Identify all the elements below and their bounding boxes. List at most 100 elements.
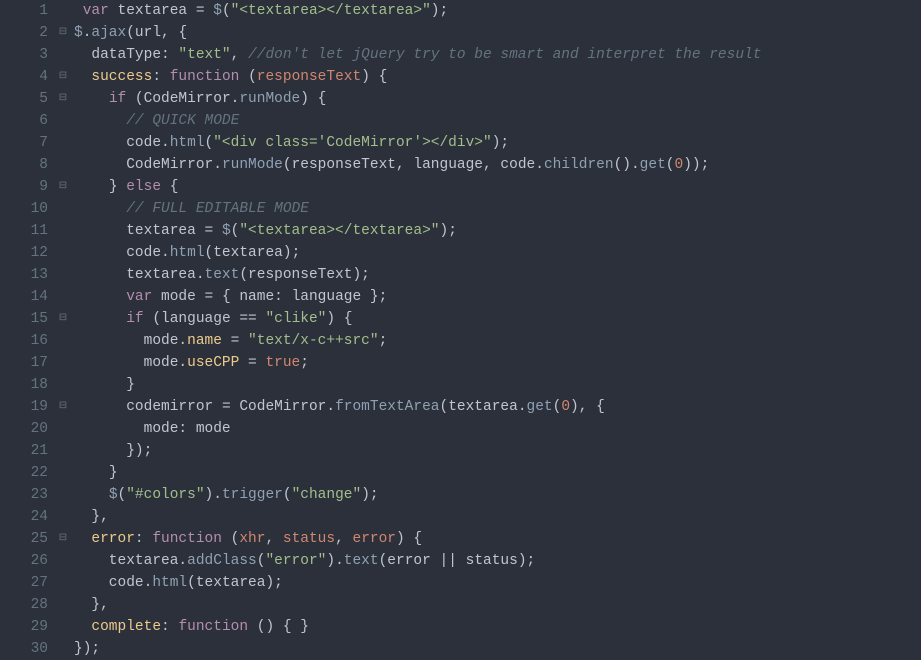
code-line[interactable]: code.html(textarea); <box>74 242 921 264</box>
token-punc: ) <box>135 443 144 459</box>
token-punc: } <box>300 619 309 635</box>
fold-spacer <box>56 154 70 176</box>
token-punc: . <box>535 157 544 173</box>
fold-toggle-icon[interactable]: ⊟ <box>56 396 70 418</box>
token-prop: success <box>91 69 152 85</box>
code-line[interactable]: } else { <box>74 176 921 198</box>
code-line[interactable]: complete: function () { } <box>74 616 921 638</box>
token-punc: } <box>370 289 379 305</box>
line-number-gutter: 1234567891011121314151617181920212223242… <box>0 0 56 656</box>
token-punc: ) <box>300 91 309 107</box>
token-punc: ) <box>265 575 274 591</box>
fold-gutter[interactable]: ⊟⊟⊟⊟⊟⊟⊟ <box>56 0 70 656</box>
code-line[interactable]: mode.name = "text/x-c++src"; <box>74 330 921 352</box>
fold-spacer <box>56 264 70 286</box>
token-punc: { <box>344 311 353 327</box>
line-number: 17 <box>0 352 48 374</box>
code-line[interactable]: var textarea = $("<textarea></textarea>"… <box>74 0 921 22</box>
code-line[interactable]: mode: mode <box>74 418 921 440</box>
token-var: mode <box>74 355 178 371</box>
token-param: status <box>283 531 335 547</box>
line-number: 16 <box>0 330 48 352</box>
code-line[interactable]: textarea.addClass("error").text(error ||… <box>74 550 921 572</box>
token-punc: } <box>126 377 135 393</box>
token-param: error <box>353 531 397 547</box>
code-line[interactable]: mode.useCPP = true; <box>74 352 921 374</box>
token-punc: ) <box>622 157 631 173</box>
code-line[interactable]: error: function (xhr, status, error) { <box>74 528 921 550</box>
token-punc: { <box>379 69 388 85</box>
line-number: 13 <box>0 264 48 286</box>
code-line[interactable]: }); <box>74 440 921 462</box>
code-line[interactable]: }, <box>74 506 921 528</box>
code-line[interactable]: }, <box>74 594 921 616</box>
fold-toggle-icon[interactable]: ⊟ <box>56 308 70 330</box>
code-line[interactable]: // QUICK MODE <box>74 110 921 132</box>
fold-spacer <box>56 286 70 308</box>
code-line[interactable]: $.ajax(url, { <box>74 22 921 44</box>
line-number: 24 <box>0 506 48 528</box>
line-number: 30 <box>0 638 48 660</box>
code-line[interactable]: $("#colors").trigger("change"); <box>74 484 921 506</box>
code-line[interactable]: if (language == "clike") { <box>74 308 921 330</box>
code-line[interactable]: var mode = { name: language }; <box>74 286 921 308</box>
token-punc: , <box>483 157 492 173</box>
token-punc <box>74 179 109 195</box>
token-fn: fromTextArea <box>335 399 439 415</box>
token-cmt: // FULL EDITABLE MODE <box>126 201 309 217</box>
token-var: code <box>74 135 161 151</box>
token-num: 0 <box>561 399 570 415</box>
token-punc: { <box>318 91 327 107</box>
code-line[interactable]: code.html(textarea); <box>74 572 921 594</box>
token-var: mode <box>152 289 204 305</box>
token-var: codemirror <box>74 399 222 415</box>
code-line[interactable]: CodeMirror.runMode(responseText, languag… <box>74 154 921 176</box>
token-punc <box>239 47 248 63</box>
code-editor[interactable]: 1234567891011121314151617181920212223242… <box>0 0 921 656</box>
code-line[interactable]: } <box>74 374 921 396</box>
token-str: "<div class='CodeMirror'></div>" <box>213 135 491 151</box>
code-line[interactable]: }); <box>74 638 921 660</box>
token-punc <box>74 201 126 217</box>
fold-toggle-icon[interactable]: ⊟ <box>56 176 70 198</box>
token-var: language <box>161 311 239 327</box>
line-number: 26 <box>0 550 48 572</box>
code-line[interactable]: code.html("<div class='CodeMirror'></div… <box>74 132 921 154</box>
code-line[interactable]: if (CodeMirror.runMode) { <box>74 88 921 110</box>
token-punc: . <box>326 399 335 415</box>
code-area[interactable]: var textarea = $("<textarea></textarea>"… <box>70 0 921 656</box>
code-line[interactable]: // FULL EDITABLE MODE <box>74 198 921 220</box>
token-kw: function <box>170 69 240 85</box>
code-line[interactable]: textarea = $("<textarea></textarea>"); <box>74 220 921 242</box>
token-op: = <box>248 355 257 371</box>
token-punc: ( <box>248 69 257 85</box>
token-punc: ; <box>292 245 301 261</box>
token-punc: , <box>396 157 405 173</box>
fold-toggle-icon[interactable]: ⊟ <box>56 528 70 550</box>
line-number: 4 <box>0 66 48 88</box>
fold-toggle-icon[interactable]: ⊟ <box>56 22 70 44</box>
token-punc: : <box>178 421 187 437</box>
line-number: 18 <box>0 374 48 396</box>
line-number: 12 <box>0 242 48 264</box>
fold-toggle-icon[interactable]: ⊟ <box>56 66 70 88</box>
token-punc <box>239 69 248 85</box>
token-punc: ( <box>135 91 144 107</box>
line-number: 7 <box>0 132 48 154</box>
code-line[interactable]: textarea.text(responseText); <box>74 264 921 286</box>
code-line[interactable]: } <box>74 462 921 484</box>
token-str: "text/x-c++src" <box>248 333 379 349</box>
token-var: code <box>74 245 161 261</box>
token-punc <box>239 355 248 371</box>
token-var: name <box>231 289 275 305</box>
token-punc <box>335 311 344 327</box>
token-op: = <box>205 223 214 239</box>
code-line[interactable]: codemirror = CodeMirror.fromTextArea(tex… <box>74 396 921 418</box>
fold-spacer <box>56 594 70 616</box>
fold-toggle-icon[interactable]: ⊟ <box>56 88 70 110</box>
token-var: status <box>457 553 518 569</box>
token-punc <box>205 3 214 19</box>
code-line[interactable]: dataType: "text", //don't let jQuery try… <box>74 44 921 66</box>
token-punc: } <box>91 509 100 525</box>
code-line[interactable]: success: function (responseText) { <box>74 66 921 88</box>
